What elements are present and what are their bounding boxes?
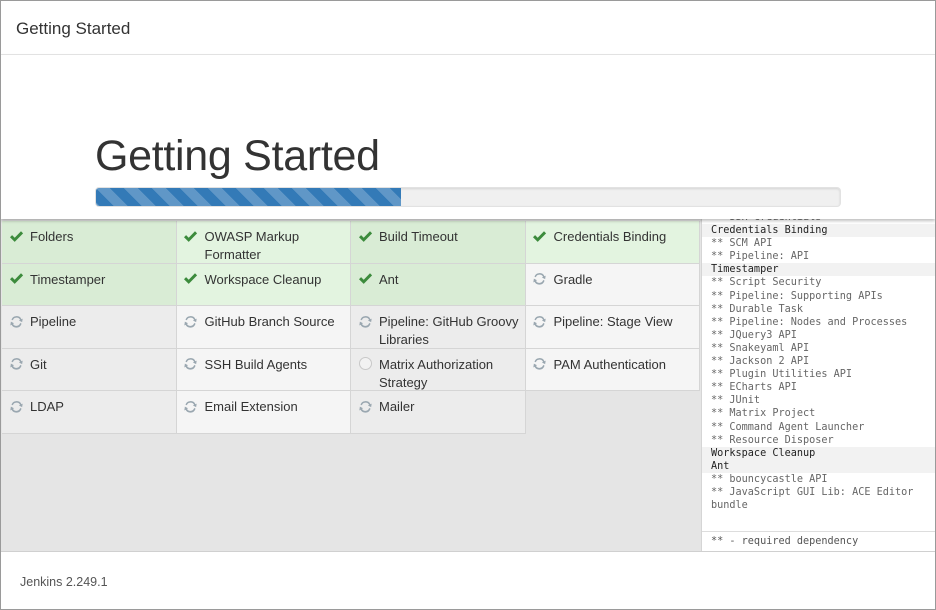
plugin-label: Workspace Cleanup (204, 271, 322, 287)
refresh-icon (532, 313, 548, 329)
plugin-item: Timestamper (2, 263, 177, 306)
page-title: Getting Started (95, 132, 380, 180)
install-area: Folders OWASP Markup Formatter Build Timeo… (1, 219, 935, 551)
plugin-label: OWASP Markup Formatter (204, 229, 300, 262)
log-dependency-line: ** Pipeline: Nodes and Processes (711, 316, 908, 328)
plugin-item: Git (2, 348, 177, 391)
refresh-icon (532, 356, 548, 372)
progress-hero: Getting Started (1, 55, 935, 219)
plugin-item: Mailer (351, 391, 526, 434)
plugin-item: SSH Build Agents (176, 348, 351, 391)
check-icon (183, 228, 199, 244)
log-plugin-heading: Workspace Cleanup (702, 446, 935, 460)
refresh-icon (8, 356, 24, 372)
dependency-note: ** - required dependency (702, 531, 935, 551)
log-dependency-line: ** Matrix Project (711, 408, 816, 420)
refresh-icon (8, 313, 24, 329)
jenkins-version: Jenkins 2.249.1 (20, 575, 108, 589)
log-dependency-line: ** bouncycastle API (711, 473, 828, 485)
plugin-label: Credentials Binding (553, 229, 667, 244)
log-dependency-line: ** Plugin Utilities API (711, 369, 853, 381)
log-plugin-heading: Ant (702, 459, 935, 473)
log-plugin-heading: Credentials Binding (702, 224, 935, 238)
plugin-label: LDAP (30, 399, 64, 414)
log-dependency-line: ** Pipeline: API (711, 251, 810, 263)
refresh-icon (532, 271, 548, 287)
plugin-label: Ant (379, 271, 399, 287)
log-dependency-line: ** Script Security (711, 277, 822, 289)
log-dependency-line: ** SCM API (711, 238, 773, 250)
plugin-item: LDAP (2, 391, 177, 434)
plugin-label: Gradle (553, 271, 593, 287)
check-icon (8, 228, 24, 244)
refresh-icon (183, 398, 199, 414)
log-dependency-line: ** Command Agent Launcher (711, 421, 865, 433)
log-dependency-line: ** ECharts API (711, 382, 797, 394)
plugin-item: Workspace Cleanup (176, 263, 351, 306)
plugin-item: PAM Authentication (525, 348, 700, 391)
plugin-item: Email Extension (176, 391, 351, 434)
dialog-footer: Jenkins 2.249.1 (1, 551, 935, 609)
log-dependency-line: ** JUnit (711, 395, 761, 407)
plugin-label: Matrix Authorization Strategy (379, 356, 494, 390)
plugin-label: Git (30, 356, 47, 372)
plugin-label: Mailer (379, 399, 415, 414)
log-dependency-line: ** JavaScript GUI Lib: ACE Editor bundle (711, 486, 914, 512)
circle-icon (357, 356, 373, 372)
refresh-icon (357, 313, 373, 329)
log-dependency-line: ** Durable Task (711, 303, 804, 315)
plugin-item: GitHub Branch Source (176, 306, 351, 349)
install-log: ** SSH CredentialsCredentials Binding** … (702, 219, 935, 512)
plugin-label: Timestamper (30, 271, 106, 287)
plugin-item: Folders (2, 221, 177, 264)
check-icon (357, 271, 373, 287)
plugin-label: Pipeline: GitHub Groovy Libraries (379, 314, 519, 347)
plugin-item: Pipeline (2, 306, 177, 349)
plugin-item: Build Timeout (351, 221, 526, 264)
plugin-label: Email Extension (204, 399, 298, 414)
log-dependency-line: ** Snakeyaml API (711, 342, 810, 354)
check-icon (8, 271, 24, 287)
install-progress-bar (95, 187, 841, 207)
plugin-label: PAM Authentication (553, 356, 667, 372)
plugin-list: Folders OWASP Markup Formatter Build Timeo… (2, 221, 700, 434)
plugin-item: Pipeline: GitHub Groovy Libraries (351, 306, 526, 349)
plugin-item: Credentials Binding (525, 221, 700, 264)
refresh-icon (183, 356, 199, 372)
refresh-icon (357, 398, 373, 414)
plugin-label: SSH Build Agents (204, 356, 308, 372)
setup-wizard-dialog: Getting Started Getting Started Folders O… (0, 0, 936, 610)
progress-fill (96, 188, 402, 206)
check-icon (532, 228, 548, 244)
refresh-icon (8, 398, 24, 414)
plugin-label: Pipeline: Stage View (553, 314, 673, 329)
log-dependency-line: ** Resource Disposer (711, 434, 834, 446)
plugin-label: Build Timeout (379, 229, 458, 244)
dialog-title: Getting Started (16, 19, 131, 38)
log-dependency-line: ** Jackson 2 API (711, 356, 810, 368)
check-icon (183, 271, 199, 287)
plugin-item: OWASP Markup Formatter (176, 221, 351, 264)
check-icon (357, 228, 373, 244)
plugin-label: Folders (30, 229, 74, 244)
plugin-item: Pipeline: Stage View (525, 306, 700, 349)
plugin-label: GitHub Branch Source (204, 314, 335, 329)
plugin-item: Ant (351, 263, 526, 306)
install-log-panel[interactable]: ** SSH CredentialsCredentials Binding** … (701, 219, 935, 551)
plugin-item: Gradle (525, 263, 700, 306)
log-plugin-heading: Timestamper (702, 263, 935, 277)
plugin-item: Matrix Authorization Strategy (351, 348, 526, 391)
dialog-header: Getting Started (1, 1, 935, 55)
log-dependency-line: ** JQuery3 API (711, 329, 797, 341)
log-dependency-line: ** Pipeline: Supporting APIs (711, 290, 883, 302)
plugin-label: Pipeline (30, 314, 77, 329)
refresh-icon (183, 313, 199, 329)
